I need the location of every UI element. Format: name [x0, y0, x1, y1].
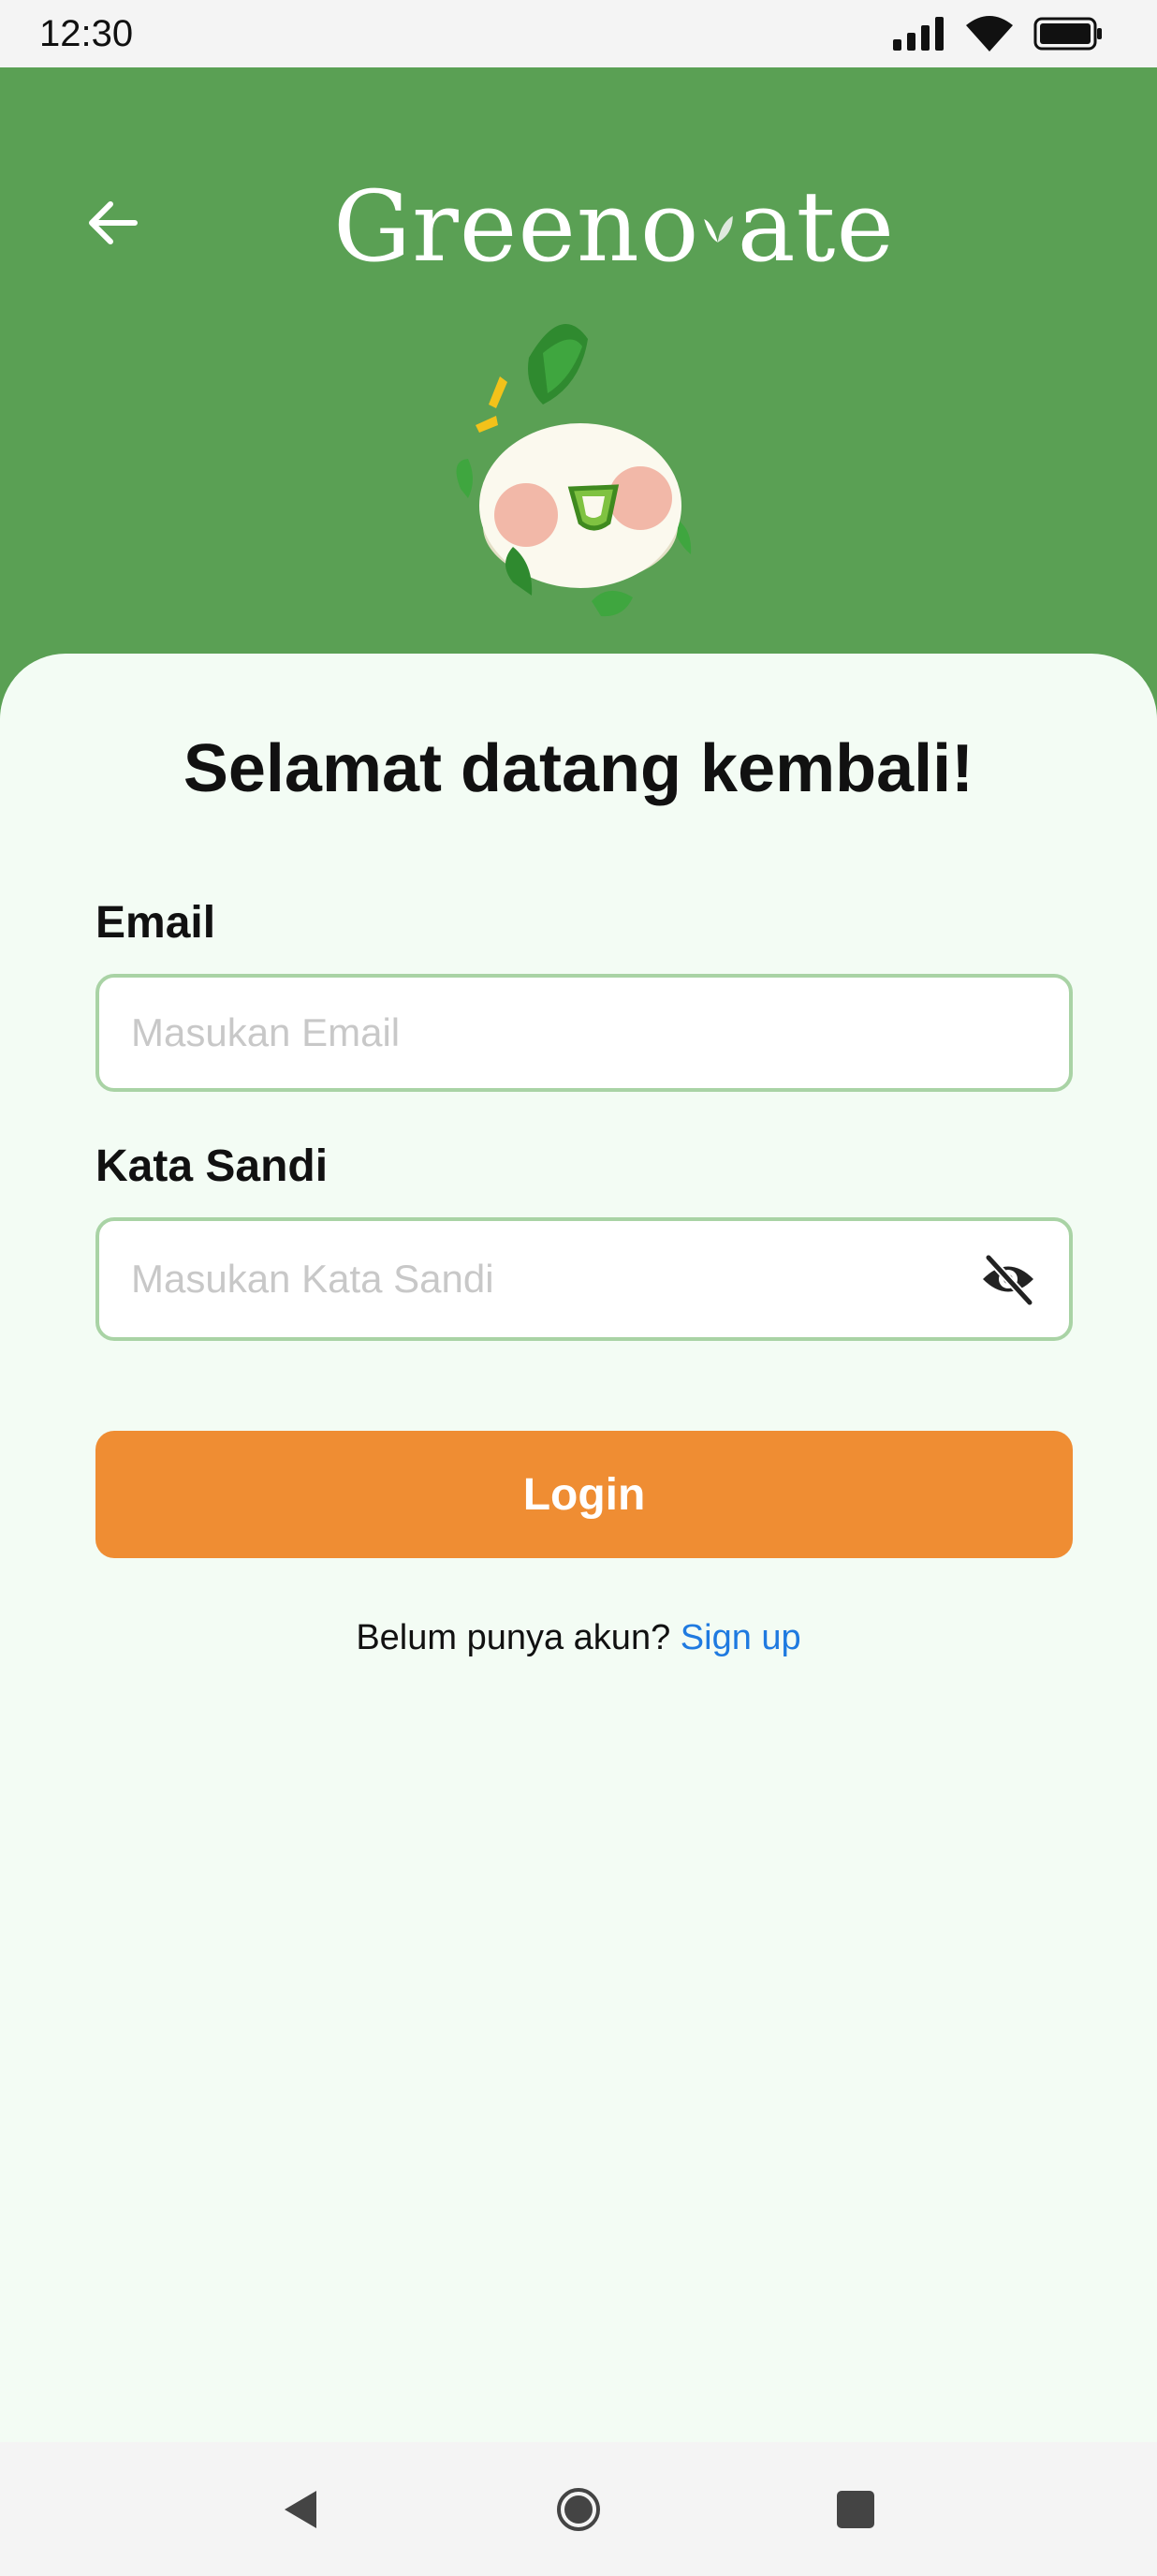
signup-link[interactable]: Sign up — [681, 1618, 801, 1657]
email-label: Email — [95, 898, 216, 948]
email-field[interactable] — [131, 1010, 1037, 1055]
nav-back-icon — [285, 2490, 316, 2528]
eye-off-icon[interactable] — [979, 1250, 1037, 1308]
password-field[interactable] — [131, 1257, 979, 1302]
signup-prompt-row: Belum punya akun? Sign up — [0, 1618, 1157, 1658]
password-label: Kata Sandi — [95, 1141, 329, 1191]
arrow-left-icon — [89, 201, 138, 244]
signup-prompt: Belum punya akun? — [356, 1618, 671, 1657]
status-bar: 12:30 — [0, 0, 1157, 67]
header: Greeno ate — [0, 67, 1157, 723]
system-nav-bar — [0, 2442, 1157, 2576]
status-icons — [893, 16, 1103, 52]
nav-recents-button[interactable] — [827, 2481, 884, 2538]
login-button[interactable]: Login — [95, 1431, 1073, 1558]
logo-text-end: ate — [737, 169, 895, 284]
page-title: Selamat datang kembali! — [183, 731, 974, 806]
password-field-container — [95, 1217, 1073, 1341]
email-field-container — [95, 974, 1073, 1092]
nav-home-icon — [557, 2487, 600, 2531]
nav-home-button[interactable] — [550, 2481, 607, 2538]
nav-recents-icon — [837, 2490, 874, 2528]
back-button[interactable] — [75, 185, 150, 260]
status-time: 12:30 — [39, 12, 134, 54]
nav-back-button[interactable] — [273, 2481, 330, 2538]
app-logo: Greeno ate — [333, 161, 895, 292]
mascot-illustration — [456, 324, 692, 617]
logo-text-start: Greeno — [333, 169, 700, 284]
leaf-v-icon — [704, 215, 734, 243]
wifi-icon — [966, 16, 1013, 52]
battery-icon — [1033, 17, 1102, 51]
signal-icon — [893, 17, 944, 51]
